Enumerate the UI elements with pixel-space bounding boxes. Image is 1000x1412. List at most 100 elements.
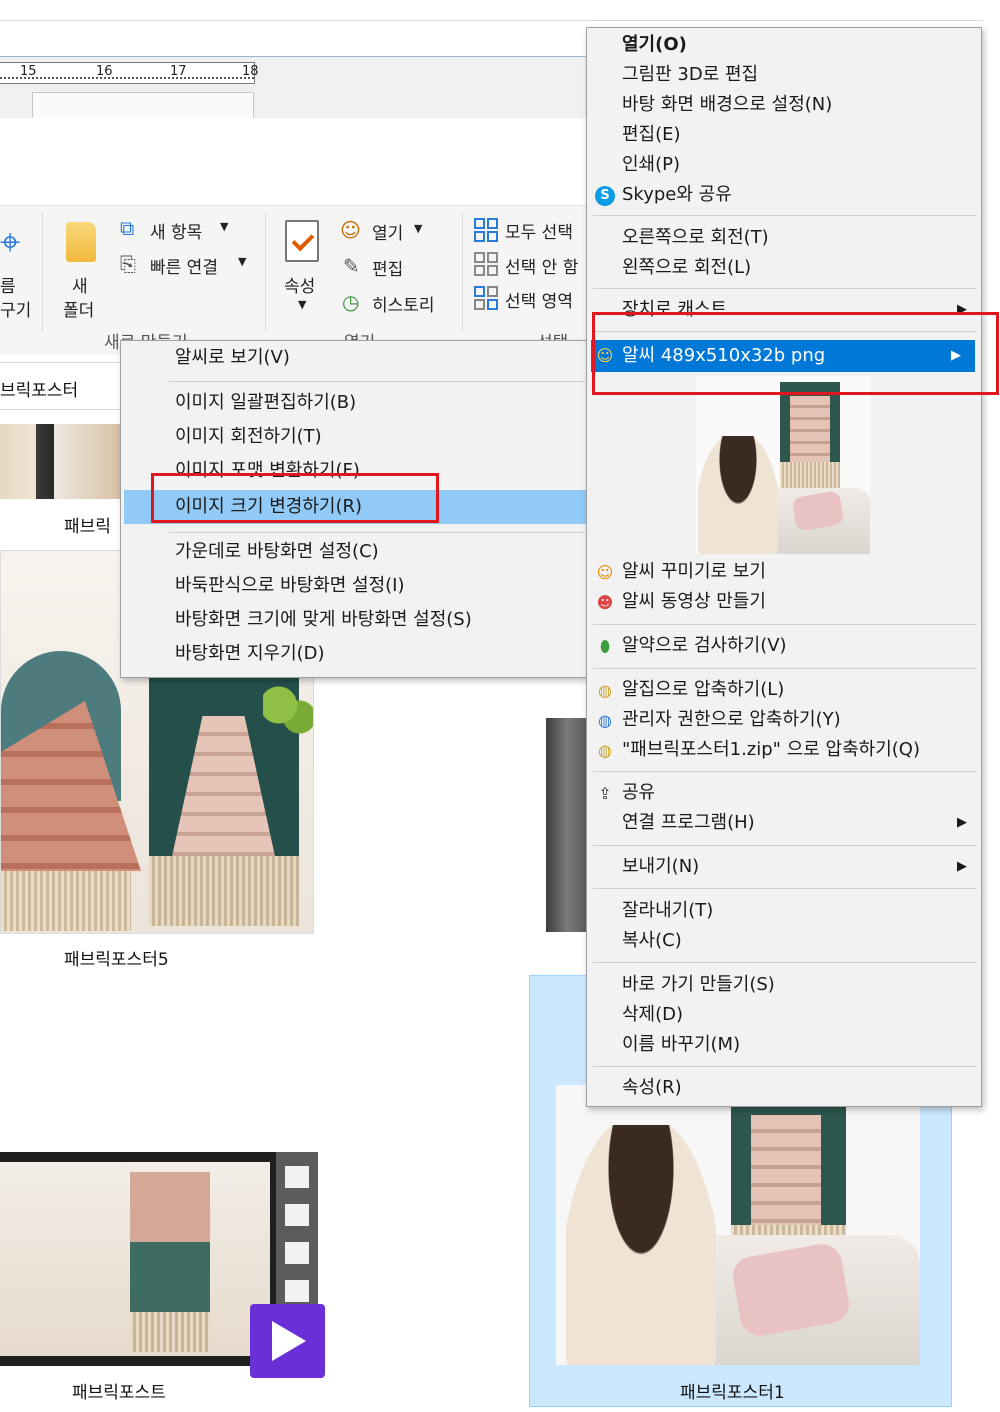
menu-item-alsee-video[interactable]: ☻ 알씨 동영상 만들기 xyxy=(587,587,981,617)
menu-item-copy[interactable]: 복사(C) xyxy=(587,926,981,956)
menu-item-alzip-compress[interactable]: ◍ 알집으로 압축하기(L) xyxy=(587,675,981,705)
easy-access-button[interactable]: 빠른 연결 xyxy=(150,253,218,278)
menu-item-cut[interactable]: 잘라내기(T) xyxy=(587,896,981,926)
menu-item-tile-wallpaper[interactable]: 바둑판식으로 바탕화면 설정(I) xyxy=(121,571,589,601)
invert-selection-button[interactable]: 선택 영역 xyxy=(505,287,573,312)
ribbon-separator xyxy=(462,212,463,332)
file-thumbnail-fabric-poster-1[interactable] xyxy=(556,1085,920,1365)
ribbon-separator xyxy=(42,212,43,332)
ruler-mark: 15 xyxy=(20,64,37,79)
menu-separator xyxy=(169,532,585,533)
file-thumbnail[interactable] xyxy=(0,424,120,499)
address-text: 브릭포스터 xyxy=(0,381,79,401)
properties-button[interactable]: 속성 xyxy=(284,272,315,297)
video-play-icon xyxy=(250,1304,325,1378)
edit-icon: ✎ xyxy=(343,254,360,278)
menu-item-rotate-left[interactable]: 왼쪽으로 회전(L) xyxy=(587,253,981,283)
alzip-icon: ◍ xyxy=(598,741,612,760)
menu-separator xyxy=(593,888,977,889)
menu-separator xyxy=(593,288,977,289)
menu-item-print[interactable]: 인쇄(P) xyxy=(587,150,981,180)
file-label[interactable]: 패브릭포스터5 xyxy=(64,945,169,970)
menu-item-send-to[interactable]: 보내기(N) ▶ xyxy=(587,852,981,882)
history-button[interactable]: 히스토리 xyxy=(372,291,435,316)
open-button[interactable]: 열기 xyxy=(372,219,403,244)
menu-item-open-with[interactable]: 연결 프로그램(H) ▶ xyxy=(587,808,981,838)
skype-icon: S xyxy=(595,186,615,206)
alyac-icon: ⬮ xyxy=(599,637,611,656)
alsee-image-preview xyxy=(696,376,870,554)
menu-item-rename[interactable]: 이름 바꾸기(M) xyxy=(587,1030,981,1060)
menu-item-share[interactable]: ⇪ 공유 xyxy=(587,778,981,808)
ruler-mark: 17 xyxy=(170,64,187,79)
properties-icon[interactable] xyxy=(285,220,319,262)
menu-item-open[interactable]: 열기(O) xyxy=(587,30,981,60)
move-to-icon[interactable]: ⌖ xyxy=(0,222,20,264)
top-divider xyxy=(0,20,983,21)
ruler-field xyxy=(32,92,254,118)
menu-item-alyac-scan[interactable]: ⬮ 알약으로 검사하기(V) xyxy=(587,631,981,661)
menu-separator xyxy=(593,962,977,963)
select-none-button[interactable]: 선택 안 함 xyxy=(505,253,578,278)
select-all-button[interactable]: 모두 선택 xyxy=(505,218,573,243)
file-label[interactable]: 패브릭포스트 xyxy=(72,1378,166,1403)
menu-separator xyxy=(593,845,977,846)
chevron-down-icon[interactable]: ▼ xyxy=(238,255,246,268)
select-all-icon xyxy=(474,218,498,242)
menu-item-alsee-view[interactable]: 알씨로 보기(V) xyxy=(121,343,589,373)
alsee-icon: ☺ xyxy=(596,563,614,582)
menu-item-delete[interactable]: 삭제(D) xyxy=(587,1000,981,1030)
open-icon: ☺ xyxy=(340,218,361,242)
menu-separator xyxy=(593,771,977,772)
ruler: 15 16 17 18 xyxy=(0,62,259,84)
new-folder-icon[interactable] xyxy=(66,222,96,262)
chevron-down-icon[interactable]: ▼ xyxy=(220,220,228,233)
menu-item-edit[interactable]: 편집(E) xyxy=(587,120,981,150)
ribbon-partial-label: 름 xyxy=(0,277,16,297)
menu-separator xyxy=(593,624,977,625)
menu-item-clear-wallpaper[interactable]: 바탕화면 지우기(D) xyxy=(121,639,589,669)
menu-separator xyxy=(593,215,977,216)
new-folder-label[interactable]: 폴더 xyxy=(63,296,94,321)
menu-item-paint3d[interactable]: 그림판 3D로 편집 xyxy=(587,60,981,90)
select-none-icon xyxy=(474,252,498,276)
menu-item-rotate-image[interactable]: 이미지 회전하기(T) xyxy=(121,422,589,452)
menu-item-rotate-right[interactable]: 오른쪽으로 회전(T) xyxy=(587,223,981,253)
menu-item-center-wallpaper[interactable]: 가운데로 바탕화면 설정(C) xyxy=(121,537,589,567)
address-bar[interactable]: 브릭포스터 xyxy=(0,362,125,410)
share-icon: ⇪ xyxy=(598,784,612,803)
menu-separator xyxy=(169,381,585,382)
annotation-highlight-box xyxy=(151,473,439,523)
ribbon-separator xyxy=(265,212,266,332)
new-item-button[interactable]: 새 항목 xyxy=(150,218,202,243)
menu-item-compress-zip[interactable]: ◍ "패브릭포스터1.zip" 으로 압축하기(Q) xyxy=(587,735,981,765)
file-thumbnail[interactable] xyxy=(546,718,588,932)
submenu-arrow-icon: ▶ xyxy=(957,815,967,830)
edit-button[interactable]: 편집 xyxy=(372,255,403,280)
file-label[interactable]: 패브릭 xyxy=(64,512,111,537)
menu-item-batch-edit[interactable]: 이미지 일괄편집하기(B) xyxy=(121,388,589,418)
menu-item-admin-compress[interactable]: ◍ 관리자 권한으로 압축하기(Y) xyxy=(587,705,981,735)
menu-separator xyxy=(593,668,977,669)
ruler-mark: 16 xyxy=(96,64,113,79)
menu-item-fit-wallpaper[interactable]: 바탕화면 크기에 맞게 바탕화면 설정(S) xyxy=(121,605,589,635)
alzip-admin-icon: ◍ xyxy=(598,711,612,730)
new-item-icon: ⧉ xyxy=(120,216,135,240)
chevron-down-icon[interactable]: ▼ xyxy=(414,222,422,235)
file-context-menu: 열기(O) 그림판 3D로 편집 바탕 화면 배경으로 설정(N) 편집(E) … xyxy=(586,27,982,1107)
ruler-mark: 18 xyxy=(242,64,259,79)
menu-item-set-desktop-bg[interactable]: 바탕 화면 배경으로 설정(N) xyxy=(587,90,981,120)
menu-item-properties[interactable]: 속성(R) xyxy=(587,1073,981,1103)
chevron-down-icon[interactable]: ▼ xyxy=(298,298,306,311)
new-folder-label[interactable]: 새 xyxy=(72,272,88,297)
menu-item-skype-share[interactable]: S Skype와 공유 xyxy=(587,180,981,210)
menu-item-create-shortcut[interactable]: 바로 가기 만들기(S) xyxy=(587,970,981,1000)
annotation-highlight-box xyxy=(592,312,999,395)
alzip-icon: ◍ xyxy=(598,681,612,700)
alsee-icon: ☻ xyxy=(596,593,614,612)
submenu-arrow-icon: ▶ xyxy=(957,859,967,874)
file-label[interactable]: 패브릭포스터1 xyxy=(680,1378,785,1403)
easy-access-icon: ⎘ xyxy=(120,252,136,276)
menu-item-alsee-decorate[interactable]: ☺ 알씨 꾸미기로 보기 xyxy=(587,557,981,587)
invert-selection-icon xyxy=(474,286,498,310)
